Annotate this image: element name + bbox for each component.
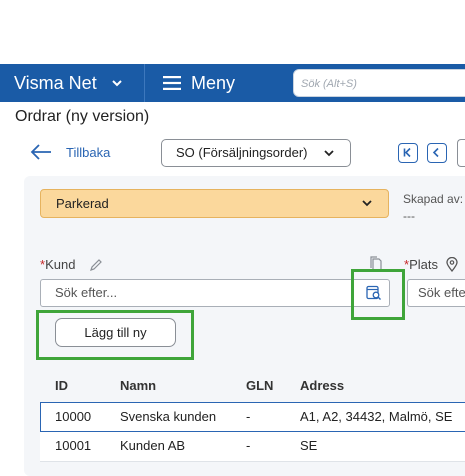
- hamburger-icon: [163, 76, 181, 90]
- previous-record-button[interactable]: [427, 143, 447, 163]
- location-search-input[interactable]: Sök efter...: [407, 279, 465, 307]
- table-row[interactable]: 10000 Svenska kunden - A1, A2, 34432, Ma…: [40, 402, 465, 432]
- first-page-icon: [403, 147, 411, 158]
- column-header-address[interactable]: Adress: [300, 378, 344, 393]
- cell-name: Svenska kunden: [120, 409, 217, 424]
- customer-label-text: Kund: [45, 257, 76, 272]
- cell-address: A1, A2, 34432, Malmö, SE: [300, 409, 453, 424]
- search-placeholder: Sök (Alt+S): [301, 78, 357, 90]
- highlight-box-add-new: [36, 310, 194, 360]
- global-search-input[interactable]: Sök (Alt+S): [293, 69, 465, 97]
- column-header-gln[interactable]: GLN: [246, 378, 273, 393]
- column-header-name[interactable]: Namn: [120, 378, 156, 393]
- back-link[interactable]: Tillbaka: [66, 145, 110, 160]
- chevron-down-icon[interactable]: [112, 80, 122, 87]
- chevron-down-icon: [362, 200, 372, 207]
- status-select[interactable]: Parkerad: [40, 189, 389, 218]
- customer-label: *Kund: [40, 257, 75, 272]
- brand-name: Visma Net: [14, 73, 97, 93]
- cell-name: Kunden AB: [120, 438, 186, 453]
- location-label-text: Plats: [409, 257, 438, 272]
- order-type-value: SO (Försäljningsorder): [176, 145, 308, 160]
- cell-address: SE: [300, 438, 318, 453]
- highlight-box-lookup: [351, 269, 405, 320]
- cell-gln: -: [246, 438, 251, 453]
- order-type-select[interactable]: SO (Försäljningsorder): [161, 139, 351, 167]
- chevron-down-icon: [324, 150, 334, 157]
- location-label: *Plats: [404, 257, 438, 272]
- location-search-placeholder: Sök efter...: [418, 285, 465, 300]
- company-switcher[interactable]: Visma Net: [14, 64, 97, 102]
- page-title: Ordrar (ny version): [15, 108, 150, 125]
- topbar-divider: [144, 64, 145, 102]
- chevron-left-icon: [432, 147, 439, 158]
- cell-id: 10000: [55, 409, 92, 424]
- column-header-id[interactable]: ID: [55, 378, 68, 393]
- arrow-left-icon[interactable]: [30, 143, 52, 161]
- created-by-value: ---: [403, 209, 415, 223]
- menu-label: Meny: [191, 73, 236, 93]
- created-by-label: Skapad av:: [403, 192, 464, 206]
- record-number-input[interactable]: [457, 139, 465, 167]
- cell-id: 10001: [55, 438, 92, 453]
- cell-gln: -: [246, 409, 251, 424]
- customer-search-placeholder: Sök efter...: [55, 285, 118, 300]
- table-row[interactable]: 10001 Kunden AB - SE: [40, 432, 465, 462]
- first-record-button[interactable]: [398, 143, 418, 163]
- pencil-icon[interactable]: [89, 258, 103, 272]
- location-pin-icon: [446, 257, 458, 272]
- customer-search-input[interactable]: Sök efter...: [40, 279, 390, 307]
- top-navigation-bar: Visma Net Meny Sök (Alt+S): [0, 64, 465, 102]
- status-value: Parkerad: [56, 196, 109, 211]
